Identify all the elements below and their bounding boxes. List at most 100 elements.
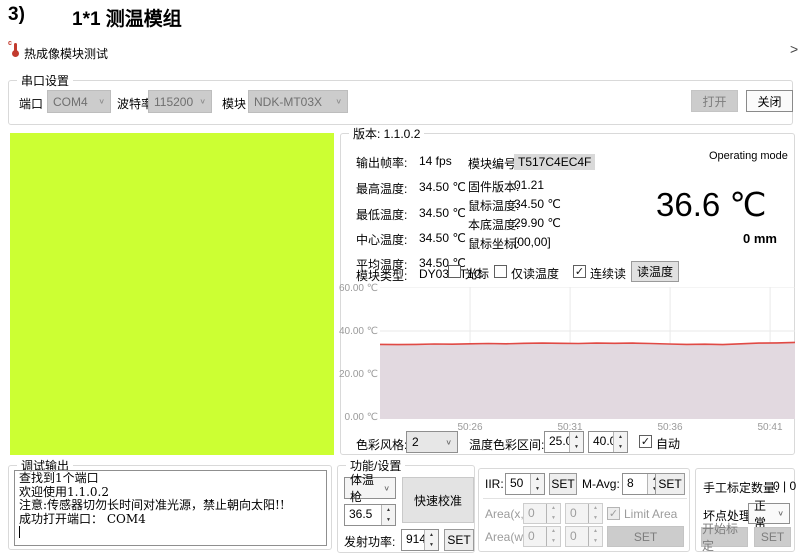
max-temp-label: 最高温度: bbox=[356, 180, 407, 197]
range-min-value: 25.0 bbox=[545, 432, 569, 452]
frame-rate-value: 14 fps bbox=[419, 154, 452, 168]
firmware-value: 01.21 bbox=[514, 178, 544, 192]
area-y-value: 0 bbox=[566, 504, 588, 523]
calibration-set-button[interactable]: SET bbox=[754, 527, 791, 547]
mouse-coord-value: [00,00] bbox=[514, 235, 551, 249]
manual-calib-count-value: 0 | 0 bbox=[773, 479, 796, 493]
color-style-select[interactable]: 2 ∨ bbox=[406, 431, 458, 453]
debug-output-group: 调试输出 查找到1个端口 欢迎使用1.1.0.2 注意:传感器切勿长时间对准光源… bbox=[8, 465, 332, 550]
read-temp-button[interactable]: 读温度 bbox=[631, 261, 679, 282]
open-port-button[interactable]: 打开 bbox=[691, 90, 738, 112]
spinner-arrows-icon[interactable]: ▲▼ bbox=[569, 432, 583, 452]
x-tick-3: 50:36 bbox=[645, 422, 695, 433]
mavg-set-button[interactable]: SET bbox=[655, 473, 685, 495]
y-tick-40: 40.00 ℃ bbox=[339, 326, 378, 337]
y-tick-0: 0.00 ℃ bbox=[345, 412, 378, 423]
base-temp-value: 29.90 ℃ bbox=[514, 216, 561, 230]
mode-value: 体温枪 bbox=[350, 471, 383, 505]
spinner-arrows-icon[interactable]: ▲▼ bbox=[613, 432, 627, 452]
module-value: NDK-MT03X bbox=[254, 95, 322, 109]
emit-power-label: 发射功率: bbox=[344, 533, 395, 550]
filter-area-group: IIR: 50 ▲▼ SET M-Avg: 8 ▲▼ SET Area(x,y)… bbox=[478, 468, 690, 552]
module-select[interactable]: NDK-MT03X ∨ bbox=[248, 90, 348, 113]
temperature-chart: 60.00 ℃ 40.00 ℃ 20.00 ℃ 0.00 ℃ 50:26 50:… bbox=[342, 287, 795, 435]
continuous-checkbox[interactable] bbox=[573, 265, 586, 278]
baud-value: 115200 bbox=[154, 95, 193, 109]
auto-checkbox-label: 自动 bbox=[656, 435, 680, 452]
cursor-checkbox-label: 光标 bbox=[465, 265, 489, 282]
mouse-temp-label: 鼠标温度: bbox=[468, 197, 519, 214]
min-temp-value: 34.50 ℃ bbox=[419, 206, 466, 220]
debug-line: 欢迎使用1.1.0.2 bbox=[19, 486, 326, 500]
chart-plot-area bbox=[380, 287, 795, 419]
area-h-spinner[interactable]: 0 ▲▼ bbox=[565, 526, 603, 547]
area-set-button[interactable]: SET bbox=[607, 526, 684, 547]
chevron-down-icon: ∨ bbox=[777, 510, 784, 517]
start-calibration-button[interactable]: 开始标定 bbox=[701, 527, 748, 547]
max-temp-value: 34.50 ℃ bbox=[419, 180, 466, 194]
module-type-label: 模块类型: bbox=[356, 267, 407, 284]
spinner-arrows-icon[interactable]: ▲▼ bbox=[530, 474, 544, 494]
area-w-spinner[interactable]: 0 ▲▼ bbox=[523, 526, 561, 547]
spinner-arrows-icon: ▲▼ bbox=[546, 504, 560, 523]
mouse-temp-value: 34.50 ℃ bbox=[514, 197, 561, 211]
continuous-checkbox-label: 连续读 bbox=[590, 265, 626, 282]
thermometer-icon: c bbox=[8, 42, 20, 57]
spinner-arrows-icon[interactable]: ▲▼ bbox=[424, 530, 438, 550]
operating-mode-label: Operating mode bbox=[709, 150, 788, 162]
spinner-arrows-icon[interactable]: ▲▼ bbox=[381, 505, 395, 525]
area-h-value: 0 bbox=[566, 527, 588, 546]
emit-power-set-button[interactable]: SET bbox=[444, 529, 474, 551]
body-temp-value: 36.5 bbox=[345, 505, 381, 525]
spinner-arrows-icon: ▲▼ bbox=[546, 527, 560, 546]
bad-pixel-select[interactable]: 正常 ∨ bbox=[748, 503, 790, 524]
y-tick-60: 60.00 ℃ bbox=[339, 283, 378, 294]
chevron-right-icon[interactable]: > bbox=[790, 41, 798, 57]
chevron-down-icon: ∨ bbox=[335, 98, 342, 105]
iir-set-button[interactable]: SET bbox=[549, 473, 577, 495]
iir-spinner[interactable]: 50 ▲▼ bbox=[505, 473, 545, 495]
port-select[interactable]: COM4 ∨ bbox=[47, 90, 111, 113]
temp-range-label: 温度色彩区间: bbox=[469, 436, 544, 453]
min-temp-label: 最低温度: bbox=[356, 206, 407, 223]
baud-select[interactable]: 115200 ∨ bbox=[148, 90, 212, 113]
version-panel-group: 版本: 1.1.0.2 输出帧率: 14 fps 最高温度: 34.50 ℃ 最… bbox=[340, 133, 795, 455]
range-max-spinner[interactable]: 40.0 ▲▼ bbox=[588, 431, 628, 453]
mouse-coord-label: 鼠标坐标: bbox=[468, 235, 519, 252]
limit-area-checkbox[interactable] bbox=[607, 507, 620, 520]
area-y-spinner[interactable]: 0 ▲▼ bbox=[565, 503, 603, 524]
debug-line: 注意:传感器切勿长时间对准光源，禁止朝向太阳!! bbox=[19, 499, 326, 513]
emit-power-spinner[interactable]: 914 ▲▼ bbox=[401, 529, 439, 551]
iir-value: 50 bbox=[506, 474, 530, 494]
firmware-label: 固件版本: bbox=[468, 178, 519, 195]
chevron-down-icon: ∨ bbox=[383, 484, 390, 491]
readonly-checkbox-label: 仅读温度 bbox=[511, 265, 559, 282]
window-title: 热成像模块测试 bbox=[24, 45, 108, 62]
area-x-value: 0 bbox=[524, 504, 546, 523]
debug-line: 查找到1个端口 bbox=[19, 472, 326, 486]
color-style-label: 色彩风格: bbox=[356, 436, 407, 453]
readonly-checkbox[interactable] bbox=[494, 265, 507, 278]
auto-checkbox[interactable] bbox=[639, 435, 652, 448]
quick-calibrate-button[interactable]: 快速校准 bbox=[402, 477, 474, 523]
base-temp-label: 本底温度: bbox=[468, 216, 519, 233]
body-temp-spinner[interactable]: 36.5 ▲▼ bbox=[344, 504, 396, 526]
spinner-arrows-icon: ▲▼ bbox=[588, 527, 602, 546]
cursor-checkbox[interactable] bbox=[448, 265, 461, 278]
center-temp-label: 中心温度: bbox=[356, 231, 407, 248]
close-port-button[interactable]: 关闭 bbox=[746, 90, 793, 112]
manual-calib-count-label: 手工标定数量: bbox=[703, 479, 778, 496]
spinner-arrows-icon: ▲▼ bbox=[588, 504, 602, 523]
frame-rate-label: 输出帧率: bbox=[356, 154, 407, 171]
divider bbox=[483, 498, 687, 499]
thermal-image-view[interactable] bbox=[10, 133, 334, 455]
function-settings-group: 功能/设置 体温枪 ∨ 快速校准 36.5 ▲▼ 发射功率: 914 ▲▼ SE… bbox=[337, 465, 475, 553]
calibration-group: 手工标定数量: 0 | 0 坏点处理: 正常 ∨ 开始标定 SET bbox=[695, 468, 795, 552]
range-min-spinner[interactable]: 25.0 ▲▼ bbox=[544, 431, 584, 453]
mode-select[interactable]: 体温枪 ∨ bbox=[344, 477, 396, 499]
mavg-label: M-Avg: bbox=[582, 477, 620, 491]
module-id-value: T517C4EC4F bbox=[514, 154, 595, 170]
area-x-spinner[interactable]: 0 ▲▼ bbox=[523, 503, 561, 524]
port-value: COM4 bbox=[53, 95, 88, 109]
debug-output-textbox[interactable]: 查找到1个端口 欢迎使用1.1.0.2 注意:传感器切勿长时间对准光源，禁止朝向… bbox=[14, 470, 327, 546]
